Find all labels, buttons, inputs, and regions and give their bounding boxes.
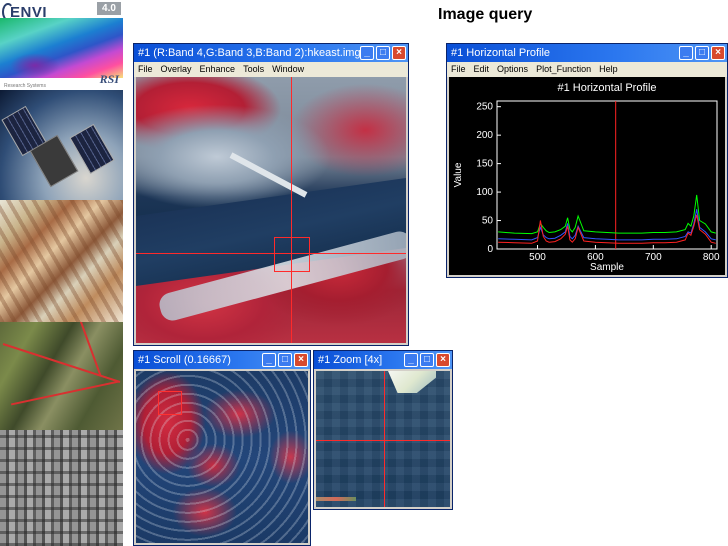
road-map-image xyxy=(0,322,123,430)
maximize-button[interactable]: □ xyxy=(376,46,390,60)
menu-tools[interactable]: Tools xyxy=(243,62,264,77)
x-tick-label: 700 xyxy=(645,252,662,263)
image-window-title: #1 (R:Band 4,G:Band 3,B:Band 2):hkeast.i… xyxy=(138,47,361,59)
zoom-box[interactable] xyxy=(274,237,310,272)
maximize-button[interactable]: □ xyxy=(278,353,292,367)
satellite-image-display[interactable] xyxy=(136,77,406,343)
window-controls: _ □ × xyxy=(360,46,406,60)
profile-chart: #1 Horizontal Profile050100150200250500 6… xyxy=(453,82,720,273)
minimize-button[interactable]: _ xyxy=(679,46,693,60)
image-window[interactable]: #1 (R:Band 4,G:Band 3,B:Band 2):hkeast.i… xyxy=(133,43,409,346)
menu-file[interactable]: File xyxy=(138,62,153,77)
brand-sidebar: ENVI 4.0 RSI Research Systems xyxy=(0,0,123,546)
menu-window[interactable]: Window xyxy=(272,62,304,77)
y-axis-label: Value xyxy=(453,162,464,187)
zoom-window[interactable]: #1 Zoom [4x] _ □ × xyxy=(313,350,453,510)
zoom-image-display[interactable] xyxy=(316,371,450,507)
close-button[interactable]: × xyxy=(711,46,725,60)
menu-help[interactable]: Help xyxy=(599,62,618,77)
scroll-view-box[interactable] xyxy=(158,391,182,415)
menu-plot-function[interactable]: Plot_Function xyxy=(536,62,591,77)
profile-window-menubar: File Edit Options Plot_Function Help xyxy=(447,62,727,77)
close-button[interactable]: × xyxy=(392,46,406,60)
y-tick-label: 200 xyxy=(476,130,493,141)
scroll-window-title: #1 Scroll (0.16667) xyxy=(138,354,231,366)
scroll-image-display[interactable] xyxy=(136,371,308,543)
image-window-titlebar[interactable]: #1 (R:Band 4,G:Band 3,B:Band 2):hkeast.i… xyxy=(134,44,408,62)
minimize-button[interactable]: _ xyxy=(360,46,374,60)
road-line xyxy=(10,380,120,406)
profile-plot-area[interactable]: #1 Horizontal Profile 0 50 100 150 200 250 500 6… xyxy=(449,77,725,275)
tagline: Research Systems xyxy=(4,83,46,89)
menu-overlay[interactable]: Overlay xyxy=(161,62,192,77)
scroll-window[interactable]: #1 Scroll (0.16667) _ □ × xyxy=(133,350,311,546)
chart-title: #1 Horizontal Profile xyxy=(557,82,656,94)
window-controls: _ □ × xyxy=(404,353,450,367)
city-aerial-image xyxy=(0,430,123,546)
plot-frame xyxy=(496,100,718,250)
window-controls: _ □ × xyxy=(679,46,725,60)
y-tick-label: 250 xyxy=(476,102,493,113)
zoom-crosshair-horizontal xyxy=(316,440,450,441)
close-button[interactable]: × xyxy=(436,353,450,367)
road-line xyxy=(2,343,121,383)
zoom-crosshair-vertical xyxy=(384,371,385,507)
terrain-image xyxy=(0,18,123,78)
maximize-button[interactable]: □ xyxy=(420,353,434,367)
minimize-button[interactable]: _ xyxy=(404,353,418,367)
version-badge: 4.0 xyxy=(97,2,121,15)
page-heading: Image query xyxy=(438,6,533,23)
brand-logo-panel: ENVI 4.0 RSI Research Systems xyxy=(0,0,123,90)
y-tick-label: 150 xyxy=(476,159,493,170)
zoom-edge-pixels xyxy=(316,497,356,501)
menu-options[interactable]: Options xyxy=(497,62,528,77)
satellite-image xyxy=(0,90,123,200)
series-line-0 xyxy=(498,194,716,235)
y-tick-label: 100 xyxy=(476,187,493,198)
series-line-1 xyxy=(498,209,716,241)
y-tick-label: 0 xyxy=(487,244,493,255)
maximize-button[interactable]: □ xyxy=(695,46,709,60)
image-window-menubar: File Overlay Enhance Tools Window xyxy=(134,62,408,77)
zoom-window-titlebar[interactable]: #1 Zoom [4x] _ □ × xyxy=(314,351,452,369)
y-tick-label: 50 xyxy=(482,216,494,227)
zoom-window-title: #1 Zoom [4x] xyxy=(318,354,383,366)
menu-enhance[interactable]: Enhance xyxy=(200,62,236,77)
menu-edit[interactable]: Edit xyxy=(474,62,490,77)
crosshair-vertical xyxy=(291,77,292,343)
crosshair-horizontal xyxy=(136,253,406,254)
x-tick-label: 800 xyxy=(703,252,720,263)
profile-window-title: #1 Horizontal Profile xyxy=(451,47,551,59)
x-axis-label: Sample xyxy=(590,262,624,273)
profile-window[interactable]: #1 Horizontal Profile _ □ × File Edit Op… xyxy=(446,43,728,278)
menu-file[interactable]: File xyxy=(451,62,466,77)
close-button[interactable]: × xyxy=(294,353,308,367)
company-logo: RSI xyxy=(99,72,119,86)
window-controls: _ □ × xyxy=(262,353,308,367)
minimize-button[interactable]: _ xyxy=(262,353,276,367)
x-tick-label: 500 xyxy=(529,252,546,263)
airport-runway xyxy=(229,152,308,198)
zoom-bright-feature xyxy=(388,371,436,393)
profile-window-titlebar[interactable]: #1 Horizontal Profile _ □ × xyxy=(447,44,727,62)
geology-image xyxy=(0,200,123,322)
scroll-window-titlebar[interactable]: #1 Scroll (0.16667) _ □ × xyxy=(134,351,310,369)
